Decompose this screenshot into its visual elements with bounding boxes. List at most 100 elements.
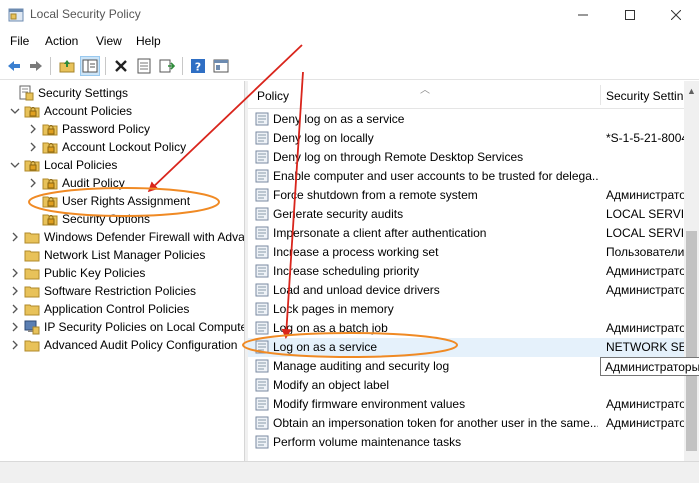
menu-action[interactable]: Action <box>45 34 78 48</box>
tree-twisty[interactable] <box>26 193 40 209</box>
collapsed-chevron-icon[interactable] <box>10 268 20 278</box>
policy-row[interactable]: Increase scheduling priority Администрато <box>248 262 684 281</box>
export-list-button[interactable] <box>157 56 177 76</box>
collapsed-chevron-icon[interactable] <box>10 304 20 314</box>
tree-twisty[interactable] <box>8 319 22 335</box>
policy-row[interactable]: Perform volume maintenance tasks <box>248 433 684 452</box>
policy-item-icon <box>255 207 269 221</box>
menu-bar: File Action View Help <box>0 30 699 52</box>
policy-row[interactable]: Modify firmware environment values Админи… <box>248 395 684 414</box>
policy-row[interactable]: Enable computer and user accounts to be … <box>248 167 684 186</box>
policy-item-icon <box>255 245 269 259</box>
column-header-policy[interactable]: Policy <box>257 89 289 103</box>
maximize-button[interactable] <box>607 0 653 30</box>
policy-row[interactable]: Increase a process working set Пользовате… <box>248 243 684 262</box>
policy-row[interactable]: Deny log on as a service <box>248 110 684 129</box>
tree-twisty[interactable] <box>8 283 22 299</box>
back-arrow-icon <box>8 61 20 71</box>
tree-twisty[interactable] <box>8 157 22 173</box>
forward-button[interactable] <box>26 56 46 76</box>
policy-row[interactable]: Deny log on through Remote Desktop Servi… <box>248 148 684 167</box>
toolbar-separator <box>105 57 106 75</box>
policy-item-icon <box>255 397 269 411</box>
menu-file[interactable]: File <box>10 34 29 48</box>
expanded-chevron-icon[interactable] <box>10 160 20 170</box>
security-settings-icon <box>19 85 34 101</box>
tree-twisty[interactable] <box>26 139 40 155</box>
policy-item-icon <box>255 378 269 392</box>
tree-twisty[interactable] <box>26 211 40 227</box>
back-button[interactable] <box>4 56 24 76</box>
tree-twisty[interactable] <box>8 229 22 245</box>
collapsed-chevron-icon[interactable] <box>28 124 38 134</box>
help-button[interactable]: ? <box>188 56 208 76</box>
collapsed-chevron-icon[interactable] <box>10 340 20 350</box>
policy-setting-value: Администрато <box>606 283 684 297</box>
console-button[interactable] <box>211 56 231 76</box>
tree-twisty[interactable] <box>26 175 40 191</box>
policy-name: Obtain an impersonation token for anothe… <box>273 416 598 430</box>
policy-row[interactable]: Generate security audits LOCAL SERVICE <box>248 205 684 224</box>
tree-twisty[interactable] <box>26 121 40 137</box>
tree-twisty[interactable] <box>8 265 22 281</box>
show-hide-tree-button[interactable] <box>80 56 100 76</box>
tree-twisty[interactable] <box>2 85 16 101</box>
scrollbar-thumb[interactable] <box>686 231 697 451</box>
policy-item-icon <box>255 302 269 316</box>
expanded-chevron-icon[interactable] <box>10 106 20 116</box>
policy-setting-value: Администрато <box>606 188 684 202</box>
vertical-scrollbar[interactable]: ▲ <box>684 81 699 461</box>
menu-view[interactable]: View <box>96 34 122 48</box>
policy-list-pane[interactable]: ︿ Policy Security Settin Deny log on as … <box>248 81 699 461</box>
tree-twisty[interactable] <box>8 103 22 119</box>
tree-item-label: Account Lockout Policy <box>62 140 187 154</box>
policy-row[interactable]: Load and unload device drivers Администра… <box>248 281 684 300</box>
policy-name: Increase a process working set <box>273 245 439 259</box>
policy-item-icon <box>255 416 269 430</box>
policy-row[interactable]: Obtain an impersonation token for anothe… <box>248 414 684 433</box>
policy-row[interactable]: Log on as a batch job Администрато <box>248 319 684 338</box>
folder-icon <box>24 304 40 316</box>
policy-item-icon <box>255 131 269 145</box>
tree-item-icon <box>42 139 58 155</box>
scroll-up-arrow-icon[interactable]: ▲ <box>684 83 699 98</box>
policy-folder-icon <box>24 106 40 118</box>
svg-text:?: ? <box>195 61 201 74</box>
tree-item-label: Local Policies <box>44 158 118 172</box>
policy-name: Deny log on as a service <box>273 112 405 126</box>
collapsed-chevron-icon[interactable] <box>10 232 20 242</box>
policy-item-icon <box>255 112 269 126</box>
collapsed-chevron-icon[interactable] <box>28 142 38 152</box>
collapsed-chevron-icon[interactable] <box>28 178 38 188</box>
policy-name: Generate security audits <box>273 207 404 221</box>
properties-button[interactable] <box>134 56 154 76</box>
minimize-button[interactable] <box>560 0 606 30</box>
folder-icon <box>24 232 40 244</box>
tree-twisty[interactable] <box>8 301 22 317</box>
column-separator[interactable] <box>600 85 601 105</box>
column-header-security-setting[interactable]: Security Settin <box>606 89 683 103</box>
policy-row[interactable]: Lock pages in memory <box>248 300 684 319</box>
policy-item-icon <box>255 226 269 240</box>
policy-name: Deny log on locally <box>273 131 374 145</box>
policy-folder-icon <box>42 178 58 190</box>
policy-row[interactable]: Modify an object label <box>248 376 684 395</box>
tree-twisty[interactable] <box>8 337 22 353</box>
tree-twisty[interactable] <box>8 247 22 263</box>
close-button[interactable] <box>653 0 699 30</box>
up-one-level-button[interactable] <box>57 56 77 76</box>
collapsed-chevron-icon[interactable] <box>10 322 20 332</box>
tree-item-icon <box>24 265 40 281</box>
policy-row[interactable]: Deny log on locally *S-1-5-21-8004 <box>248 129 684 148</box>
policy-row[interactable]: Force shutdown from a remote system Админ… <box>248 186 684 205</box>
collapsed-chevron-icon[interactable] <box>10 286 20 296</box>
policy-row[interactable]: Impersonate a client after authenticatio… <box>248 224 684 243</box>
tree-pane[interactable]: Security Settings Account Policies Passwor… <box>0 81 245 461</box>
delete-button[interactable] <box>111 56 131 76</box>
policy-item-icon <box>255 435 269 449</box>
policy-item-icon <box>255 150 269 164</box>
security-policy-app-icon <box>8 8 24 22</box>
policy-row[interactable]: Log on as a service NETWORK SERV <box>248 338 684 357</box>
policy-folder-icon <box>42 142 58 154</box>
menu-help[interactable]: Help <box>136 34 161 48</box>
